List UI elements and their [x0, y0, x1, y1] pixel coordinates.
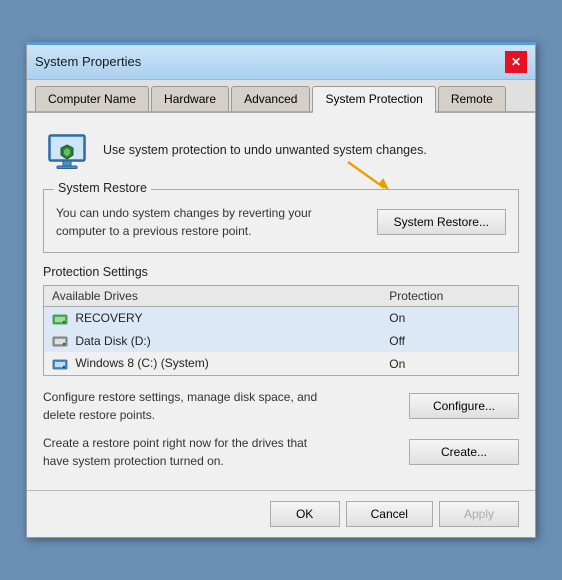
protection-recovery: On: [381, 306, 518, 329]
configure-button[interactable]: Configure...: [409, 393, 519, 419]
tab-system-protection[interactable]: System Protection: [312, 86, 435, 113]
create-row: Create a restore point right now for the…: [43, 434, 519, 470]
protection-settings-label: Protection Settings: [43, 265, 519, 279]
system-properties-window: System Properties ✕ Computer Name Hardwa…: [26, 42, 536, 538]
drive-icon-windows: [52, 356, 75, 370]
col-header-drives: Available Drives: [44, 286, 381, 307]
tab-bar: Computer Name Hardware Advanced System P…: [27, 80, 535, 113]
system-restore-inner: You can undo system changes by reverting…: [56, 204, 506, 240]
drives-table: Available Drives Protection: [44, 286, 518, 375]
close-button[interactable]: ✕: [505, 51, 527, 73]
window-title: System Properties: [35, 54, 141, 69]
restore-description: You can undo system changes by reverting…: [56, 204, 346, 240]
drive-name-windows: Windows 8 (C:) (System): [75, 356, 208, 370]
tab-advanced[interactable]: Advanced: [231, 86, 310, 111]
apply-button[interactable]: Apply: [439, 501, 519, 527]
system-restore-group: System Restore You can undo system chang…: [43, 189, 519, 253]
protection-data: Off: [381, 330, 518, 353]
system-restore-label: System Restore: [54, 181, 151, 195]
table-row[interactable]: RECOVERY On: [44, 306, 518, 329]
drives-table-wrapper: Available Drives Protection: [43, 285, 519, 376]
table-row[interactable]: Windows 8 (C:) (System) On: [44, 352, 518, 375]
create-button[interactable]: Create...: [409, 439, 519, 465]
configure-description: Configure restore settings, manage disk …: [43, 388, 333, 424]
drive-name-recovery: RECOVERY: [75, 311, 142, 325]
tab-content: Use system protection to undo unwanted s…: [27, 113, 535, 490]
col-header-protection: Protection: [381, 286, 518, 307]
system-protection-icon: [43, 127, 91, 175]
protection-windows: On: [381, 352, 518, 375]
create-description: Create a restore point right now for the…: [43, 434, 333, 470]
header-section: Use system protection to undo unwanted s…: [43, 127, 519, 175]
drive-icon-data: [52, 334, 75, 348]
ok-button[interactable]: OK: [270, 501, 340, 527]
protection-settings-group: Protection Settings Available Drives Pro…: [43, 265, 519, 376]
tab-computer-name[interactable]: Computer Name: [35, 86, 149, 111]
system-restore-button[interactable]: System Restore...: [377, 209, 506, 235]
cancel-button[interactable]: Cancel: [346, 501, 433, 527]
configure-row: Configure restore settings, manage disk …: [43, 388, 519, 424]
title-bar: System Properties ✕: [27, 45, 535, 80]
footer: OK Cancel Apply: [27, 490, 535, 537]
tab-hardware[interactable]: Hardware: [151, 86, 229, 111]
arrow-indicator: [338, 154, 398, 194]
drive-icon-recovery: [52, 311, 75, 325]
drive-name-data: Data Disk (D:): [75, 334, 150, 348]
tab-remote[interactable]: Remote: [438, 86, 506, 111]
table-row[interactable]: Data Disk (D:) Off: [44, 330, 518, 353]
